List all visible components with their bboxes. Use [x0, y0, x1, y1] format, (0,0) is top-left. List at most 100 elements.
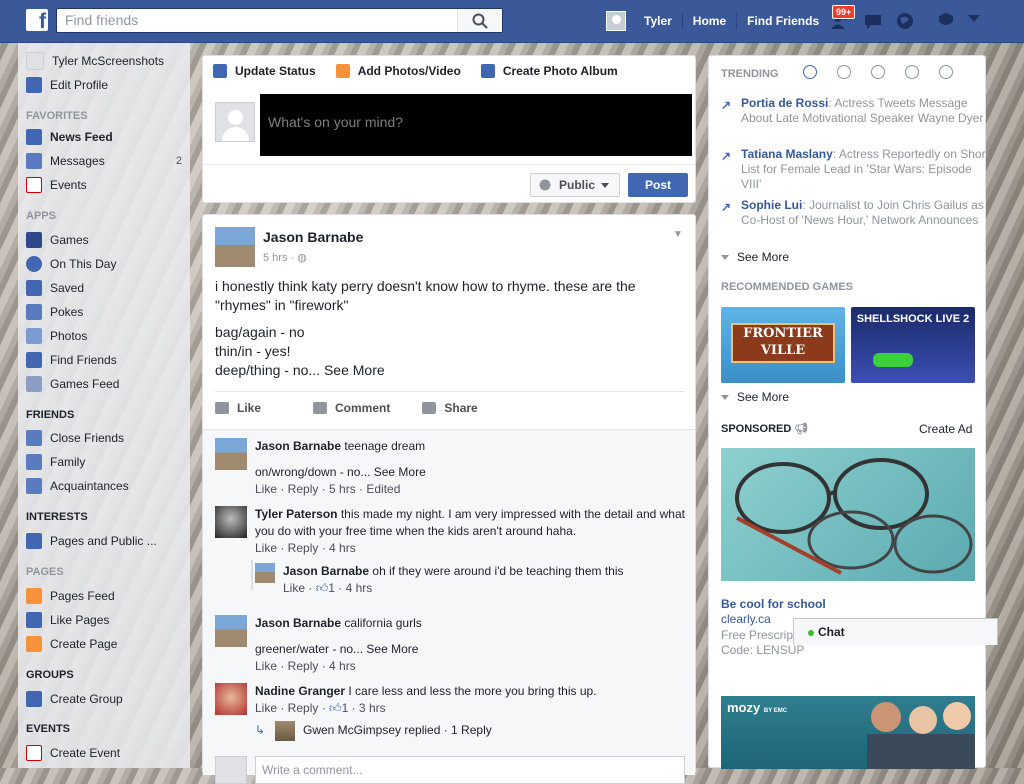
create-group-icon — [26, 691, 42, 707]
sidebar-item-family[interactable]: Family — [26, 452, 190, 472]
politics-icon[interactable] — [837, 65, 851, 79]
see-more-label: See More — [737, 250, 790, 264]
trending-item[interactable]: ↗ Sophie Lui: Journalist to Join Chris G… — [721, 198, 991, 228]
ad-image-mozy[interactable]: mozy BY EMC — [721, 696, 975, 769]
chat-tab[interactable]: Chat — [793, 618, 998, 645]
like-pages-icon — [26, 612, 42, 628]
chevron-down-icon[interactable] — [968, 15, 980, 23]
sidebar-item-like-pages[interactable]: Like Pages — [26, 610, 190, 630]
action-label: Share — [444, 401, 478, 415]
post-options-chevron-icon[interactable]: ▼ — [673, 229, 683, 240]
trending-item[interactable]: ↗ Tatiana Maslany: Actress Reportedly on… — [721, 147, 991, 192]
search-input[interactable] — [57, 9, 473, 31]
ad-title[interactable]: Be cool for school — [721, 597, 826, 611]
games-see-more[interactable]: See More — [721, 390, 789, 404]
post-time[interactable]: 5 hrs — [263, 252, 287, 264]
sidebar-item-create-group[interactable]: Create Group — [26, 689, 190, 709]
reply-avatar[interactable] — [255, 563, 275, 583]
facebook-logo[interactable]: f — [26, 9, 48, 31]
trending-see-more[interactable]: See More — [721, 250, 789, 264]
sports-icon[interactable] — [905, 65, 919, 79]
sidebar-item-create-event[interactable]: Create Event — [26, 743, 190, 763]
comment-actions[interactable]: Like · Reply · 4 hrs — [255, 540, 685, 557]
sidebar-item-games[interactable]: Games — [26, 230, 190, 250]
comment-like-link[interactable]: Like · — [283, 581, 316, 595]
sidebar-item-create-page[interactable]: Create Page — [26, 634, 190, 654]
comment-actions[interactable]: Like · Reply · 5 hrs · Edited — [255, 481, 685, 498]
left-sidebar: Tyler McScreenshots Edit Profile FAVORIT… — [18, 43, 190, 768]
sidebar-item-pokes[interactable]: Pokes — [26, 302, 190, 322]
search-button[interactable] — [457, 9, 502, 32]
comment-author[interactable]: Nadine Granger — [255, 684, 345, 698]
comment-actions[interactable]: Like · Reply · 4 hrs — [255, 658, 685, 675]
comment-body: Nadine Granger I care less and less the … — [255, 683, 685, 717]
like-count[interactable]: 1 — [328, 581, 335, 595]
home-link[interactable]: Home — [683, 13, 738, 29]
ad-image-glasses[interactable] — [721, 448, 975, 581]
post-author[interactable]: Jason Barnabe — [263, 229, 363, 245]
comment-author[interactable]: Tyler Paterson — [255, 507, 337, 521]
tab-label: Add Photos/Video — [357, 64, 461, 78]
audience-selector[interactable]: Public — [530, 173, 620, 197]
action-label: Like — [237, 401, 262, 415]
news-feed-icon — [26, 129, 42, 145]
sidebar-item-label: Games — [50, 233, 89, 247]
ad-url[interactable]: clearly.ca — [721, 612, 771, 626]
author-avatar[interactable] — [215, 227, 255, 267]
comment-author[interactable]: Jason Barnabe — [283, 564, 369, 578]
messages-icon[interactable] — [862, 11, 884, 31]
sidebar-item-news-feed[interactable]: News Feed — [26, 127, 190, 147]
tab-add-photos[interactable]: Add Photos/Video — [335, 64, 461, 78]
find-friends-link[interactable]: Find Friends — [737, 13, 829, 29]
comment-avatar[interactable] — [215, 683, 247, 715]
comment-like-link[interactable]: Like · Reply · — [255, 701, 329, 715]
comment-avatar[interactable] — [215, 506, 247, 538]
profile-link[interactable]: Tyler — [634, 13, 683, 29]
top-trends-icon[interactable] — [803, 65, 817, 79]
sidebar-item-close-friends[interactable]: Close Friends — [26, 428, 190, 448]
game-frontierville[interactable]: FRONTIER VILLE — [721, 307, 845, 383]
sidebar-item-events[interactable]: Events — [26, 175, 190, 195]
status-input[interactable]: What's on your mind? — [260, 94, 692, 156]
post-text-fragment: deep/thing - no... — [215, 362, 321, 378]
sidebar-item-messages[interactable]: Messages 2 — [26, 151, 190, 171]
entertainment-icon[interactable] — [939, 65, 953, 79]
sidebar-item-find-friends[interactable]: Find Friends — [26, 350, 190, 370]
friends-heading: FRIENDS — [26, 409, 75, 421]
comment-see-more[interactable]: See More — [374, 465, 426, 479]
sidebar-item-photos[interactable]: Photos — [26, 326, 190, 346]
comment-input[interactable]: Write a comment... — [255, 756, 685, 784]
sidebar-item-acquaintances[interactable]: Acquaintances — [26, 476, 190, 496]
share-button[interactable]: Share — [422, 401, 478, 415]
comment-see-more[interactable]: See More — [366, 642, 418, 656]
tab-update-status[interactable]: Update Status — [213, 64, 316, 78]
notifications-globe-icon[interactable] — [894, 11, 916, 31]
sidebar-item-saved[interactable]: Saved — [26, 278, 190, 298]
trending-item[interactable]: ↗ Portia de Rossi: Actress Tweets Messag… — [721, 96, 991, 126]
comment-avatar[interactable] — [215, 615, 247, 647]
comment-button[interactable]: Comment — [313, 401, 390, 415]
sidebar-item-on-this-day[interactable]: On This Day — [26, 254, 190, 274]
comment-author[interactable]: Jason Barnabe — [255, 439, 341, 453]
settings-area — [938, 12, 980, 26]
chevron-down-icon — [721, 255, 729, 261]
game-shellshock[interactable]: SHELLSHOCK LIVE 2 — [851, 307, 975, 383]
create-ad-link[interactable]: Create Ad — [919, 422, 972, 436]
comment-avatar[interactable] — [215, 438, 247, 470]
tab-create-album[interactable]: Create Photo Album — [480, 64, 618, 78]
sidebar-item-games-feed[interactable]: Games Feed — [26, 374, 190, 394]
sidebar-item-label: Events — [50, 178, 87, 192]
science-icon[interactable] — [871, 65, 885, 79]
game-title: FRONTIER VILLE — [731, 323, 835, 363]
like-button[interactable]: Like — [215, 401, 261, 415]
post-see-more[interactable]: See More — [324, 362, 385, 378]
sidebar-edit-profile[interactable]: Edit Profile — [26, 75, 190, 95]
post-button[interactable]: Post — [628, 173, 688, 197]
privacy-shortcuts-icon[interactable] — [938, 12, 954, 26]
user-avatar[interactable] — [606, 11, 626, 31]
search-box[interactable] — [56, 8, 503, 33]
sidebar-item-pages-feed[interactable]: Pages Feed — [26, 586, 190, 606]
sidebar-item-pages-public[interactable]: Pages and Public ... — [26, 531, 190, 551]
comment-author[interactable]: Jason Barnabe — [255, 616, 341, 630]
sidebar-profile[interactable]: Tyler McScreenshots — [26, 51, 190, 71]
